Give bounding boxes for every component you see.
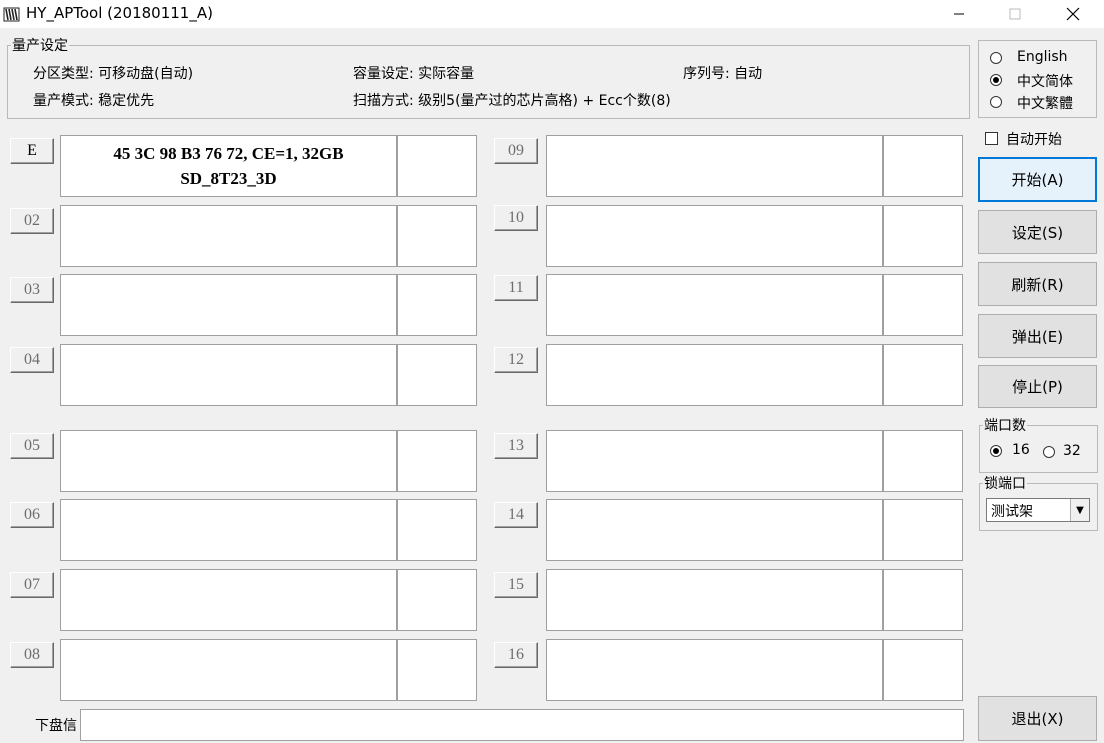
- radio-simplified[interactable]: [990, 74, 1002, 86]
- close-icon: [1066, 7, 1080, 21]
- exit-button[interactable]: 退出(X): [978, 696, 1097, 741]
- maximize-icon: [1009, 8, 1021, 20]
- port-e-flash-model: SD_8T23_3D: [180, 169, 277, 188]
- port-info-03: [60, 274, 397, 336]
- port-button-06[interactable]: 06: [10, 502, 54, 528]
- port-info-16: [546, 639, 883, 701]
- language-simplified-label: 中文简体: [1017, 74, 1073, 90]
- refresh-button[interactable]: 刷新(R): [978, 262, 1097, 306]
- auto-start-option[interactable]: 自动开始: [984, 129, 1094, 149]
- port-button-09[interactable]: 09: [494, 138, 538, 164]
- maximize-button[interactable]: [992, 0, 1038, 28]
- port-count-32-label: 32: [1063, 443, 1081, 459]
- port-button-13[interactable]: 13: [494, 433, 538, 459]
- port-info-e: 45 3C 98 B3 76 72, CE=1, 32GB SD_8T23_3D: [60, 135, 397, 197]
- port-status-09: [883, 135, 963, 197]
- production-mode-label: 量产模式: 稳定优先: [33, 93, 155, 109]
- scan-method-label: 扫描方式: 级别5(量产过的芯片高格) + Ecc个数(8): [353, 93, 671, 109]
- lock-port-value: 测试架: [991, 504, 1033, 520]
- port-count-legend: 端口数: [984, 418, 1026, 434]
- port-count-16-label: 16: [1012, 442, 1030, 458]
- start-button[interactable]: 开始(A): [978, 157, 1097, 202]
- port-status-05: [397, 430, 477, 492]
- language-english-label: English: [1017, 49, 1068, 65]
- port-button-08[interactable]: 08: [10, 642, 54, 668]
- radio-port-32[interactable]: [1043, 446, 1055, 458]
- port-status-08: [397, 639, 477, 701]
- lock-port-select[interactable]: 测试架 ▼: [986, 498, 1090, 522]
- radio-english[interactable]: [990, 52, 1002, 64]
- port-button-02[interactable]: 02: [10, 208, 54, 234]
- radio-port-16[interactable]: [990, 445, 1002, 457]
- window-title: HY_APTool (20180111_A): [26, 4, 213, 22]
- language-traditional-label: 中文繁體: [1017, 96, 1073, 112]
- port-button-07[interactable]: 07: [10, 572, 54, 598]
- port-status-07: [397, 569, 477, 631]
- minimize-icon: [954, 13, 964, 15]
- port-button-16[interactable]: 16: [494, 642, 538, 668]
- port-status-16: [883, 639, 963, 701]
- port-status-e: [397, 135, 477, 197]
- port-status-12: [883, 344, 963, 406]
- port-info-06: [60, 499, 397, 561]
- port-info-11: [546, 274, 883, 336]
- port-count-option-32[interactable]: 32: [1043, 443, 1088, 463]
- port-status-11: [883, 274, 963, 336]
- port-status-03: [397, 274, 477, 336]
- port-info-15: [546, 569, 883, 631]
- port-e-flash-id: 45 3C 98 B3 76 72, CE=1, 32GB: [113, 144, 344, 163]
- port-status-14: [883, 499, 963, 561]
- port-status-04: [397, 344, 477, 406]
- port-button-05[interactable]: 05: [10, 433, 54, 459]
- auto-start-checkbox[interactable]: [985, 132, 998, 145]
- port-status-02: [397, 205, 477, 267]
- port-info-12: [546, 344, 883, 406]
- port-count-option-16[interactable]: 16: [990, 442, 1035, 462]
- settings-button[interactable]: 设定(S): [978, 210, 1097, 254]
- port-button-03[interactable]: 03: [10, 277, 54, 303]
- stop-button[interactable]: 停止(P): [978, 365, 1097, 408]
- port-button-15[interactable]: 15: [494, 572, 538, 598]
- port-info-14: [546, 499, 883, 561]
- port-status-15: [883, 569, 963, 631]
- radio-traditional[interactable]: [990, 96, 1002, 108]
- language-option-simplified[interactable]: 中文简体: [990, 71, 1090, 91]
- partition-type-label: 分区类型: 可移动盘(自动): [33, 66, 194, 82]
- dropdown-arrow-icon[interactable]: ▼: [1070, 499, 1089, 521]
- auto-start-label: 自动开始: [1006, 132, 1062, 148]
- disk-info-field: [80, 709, 964, 741]
- port-status-10: [883, 205, 963, 267]
- lock-port-legend: 锁端口: [984, 476, 1026, 492]
- port-info-13: [546, 430, 883, 492]
- port-button-14[interactable]: 14: [494, 502, 538, 528]
- port-info-08: [60, 639, 397, 701]
- production-settings-legend: 量产设定: [12, 38, 68, 54]
- port-info-07: [60, 569, 397, 631]
- port-button-11[interactable]: 11: [494, 275, 538, 301]
- port-button-10[interactable]: 10: [494, 205, 538, 231]
- capacity-setting-label: 容量设定: 实际容量: [353, 66, 475, 82]
- title-bar: HY_APTool (20180111_A): [0, 0, 1104, 28]
- port-info-10: [546, 205, 883, 267]
- port-status-13: [883, 430, 963, 492]
- serial-number-label: 序列号: 自动: [683, 66, 763, 82]
- port-info-09: [546, 135, 883, 197]
- port-status-06: [397, 499, 477, 561]
- minimize-button[interactable]: [936, 0, 982, 28]
- port-button-04[interactable]: 04: [10, 347, 54, 373]
- disk-info-label: 下盘信: [35, 718, 77, 734]
- port-info-02: [60, 205, 397, 267]
- zebra-app-icon: [3, 7, 20, 22]
- language-option-english[interactable]: English: [990, 49, 1090, 69]
- port-button-12[interactable]: 12: [494, 347, 538, 373]
- port-button-e[interactable]: E: [10, 138, 54, 164]
- eject-button[interactable]: 弹出(E): [978, 314, 1097, 358]
- close-button[interactable]: [1050, 0, 1096, 28]
- port-info-04: [60, 344, 397, 406]
- language-option-traditional[interactable]: 中文繁體: [990, 93, 1090, 113]
- port-info-05: [60, 430, 397, 492]
